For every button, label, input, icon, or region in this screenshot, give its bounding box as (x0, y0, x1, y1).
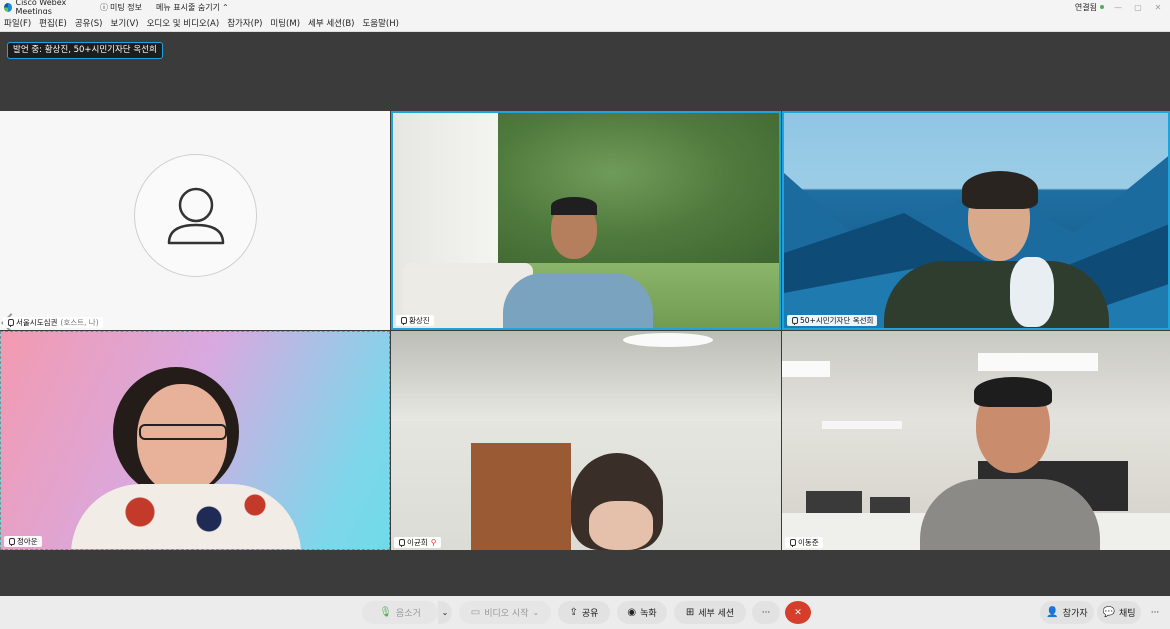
end-meeting-button[interactable]: ✕ (785, 601, 811, 624)
name-tag: 서울시도심권 (호스트, 나) (3, 317, 103, 328)
participants-icon: 👤 (1046, 607, 1059, 618)
more-panels-button[interactable]: ··· (1144, 601, 1166, 624)
participant-figure (551, 197, 597, 215)
audio-options-button[interactable]: ⌄ (438, 601, 452, 624)
video-tile-ok[interactable]: 50+시민기자단 옥선희 (782, 111, 1170, 330)
record-button[interactable]: ◉ 녹화 (617, 601, 667, 624)
menu-help[interactable]: 도움말(H) (362, 17, 398, 29)
webex-logo-icon (4, 2, 13, 12)
video-background (391, 331, 781, 421)
mute-button[interactable]: 🎙 음소거 (362, 601, 438, 624)
participant-figure (139, 424, 227, 440)
name-tag: 이동준 (785, 537, 823, 548)
info-icon: ⓘ (100, 2, 108, 12)
user-avatar-icon (167, 187, 225, 245)
video-background (471, 443, 571, 550)
mic-icon: 🎙 (379, 607, 392, 618)
hide-menu-button[interactable]: 메뉴 표시줄 숨기기 ⌃ (156, 2, 229, 13)
more-options-button[interactable]: ··· (752, 601, 780, 624)
video-background (822, 421, 902, 429)
connected-dot-icon (1100, 5, 1104, 9)
name-tag: 이균희 ⚲ (394, 537, 441, 548)
record-icon: ◉ (627, 607, 637, 618)
participant-figure (920, 479, 1100, 550)
menu-share[interactable]: 공유(S) (75, 17, 103, 29)
start-video-button[interactable]: ▭ 비디오 시작 ⌄ (459, 601, 551, 624)
meeting-info-button[interactable]: ⓘ 미팅 정보 (100, 2, 142, 13)
participant-figure (589, 501, 653, 550)
menu-meeting[interactable]: 미팅(M) (270, 17, 300, 29)
video-background (782, 361, 830, 377)
menu-breakout[interactable]: 세부 세션(B) (308, 17, 354, 29)
name-tag: 50+시민기자단 옥선희 (787, 315, 878, 326)
video-background (498, 113, 779, 263)
participant-figure (503, 273, 653, 328)
close-icon: ✕ (794, 607, 802, 618)
close-icon[interactable]: ✕ (1152, 3, 1164, 12)
menu-participant[interactable]: 참가자(P) (227, 17, 262, 29)
menu-view[interactable]: 보기(V) (111, 17, 139, 29)
name-tag: 정아운 (4, 536, 42, 547)
mic-icon (400, 316, 407, 325)
participant-figure (974, 377, 1052, 407)
menu-bar: 파일(F) 편집(E) 공유(S) 보기(V) 오디오 및 비디오(A) 참가자… (0, 14, 1170, 32)
mic-icon (7, 318, 14, 327)
menu-audio-video[interactable]: 오디오 및 비디오(A) (147, 17, 220, 29)
title-bar: Cisco Webex Meetings ⓘ 미팅 정보 메뉴 표시줄 숨기기 … (0, 0, 1170, 16)
video-tile-lee-dj[interactable]: 이동준 (782, 331, 1170, 550)
name-tag: 황상진 (396, 315, 434, 326)
breakout-icon: ⊞ (685, 607, 695, 618)
mic-icon (398, 538, 405, 547)
menu-file[interactable]: 파일(F) (4, 17, 31, 29)
video-tile-hwang[interactable]: 황상진 (391, 111, 781, 330)
chevron-up-icon: ⌃ (221, 2, 229, 12)
chevron-down-icon: ⌄ (441, 608, 449, 617)
chat-button[interactable]: 💬 채팅 (1097, 601, 1141, 624)
participants-button[interactable]: 👤 참가자 (1040, 601, 1094, 624)
share-icon: ⇪ (569, 607, 578, 618)
breakout-button[interactable]: ⊞ 세부 세션 (674, 601, 746, 624)
maximize-icon[interactable]: ▢ (1132, 3, 1144, 12)
share-button[interactable]: ⇪ 공유 (558, 601, 610, 624)
avatar (134, 154, 257, 277)
mic-icon (791, 316, 798, 325)
chat-icon: 💬 (1102, 607, 1115, 618)
chevron-down-icon: ⌄ (532, 608, 540, 617)
meeting-toolbar: 🎙 음소거 ⌄ ▭ 비디오 시작 ⌄ ⇪ 공유 ◉ 녹화 ⊞ 세부 세션 ···… (0, 596, 1170, 629)
video-background (978, 353, 1098, 371)
video-background (623, 333, 713, 347)
mic-icon (8, 537, 15, 546)
minimize-icon[interactable]: — (1112, 3, 1124, 12)
speaking-indicator: 발언 중: 황상진, 50+시민기자단 옥선희 (7, 42, 163, 59)
participant-figure (884, 261, 1109, 328)
video-tile-lee-gh[interactable]: 이균희 ⚲ (391, 331, 781, 550)
mic-icon (789, 538, 796, 547)
participant-figure (962, 171, 1038, 209)
video-tile-self[interactable]: 서울시도심권 (호스트, 나) (0, 111, 390, 330)
muted-mic-icon: ⚲ (430, 538, 437, 547)
menu-edit[interactable]: 편집(E) (39, 17, 67, 29)
video-camera-icon: ▭ (470, 607, 481, 618)
connection-status: 연결됨 (1075, 2, 1104, 13)
video-tile-jung[interactable]: 정아운 (0, 331, 390, 550)
participant-figure (71, 484, 301, 549)
participant-figure (1010, 257, 1054, 327)
